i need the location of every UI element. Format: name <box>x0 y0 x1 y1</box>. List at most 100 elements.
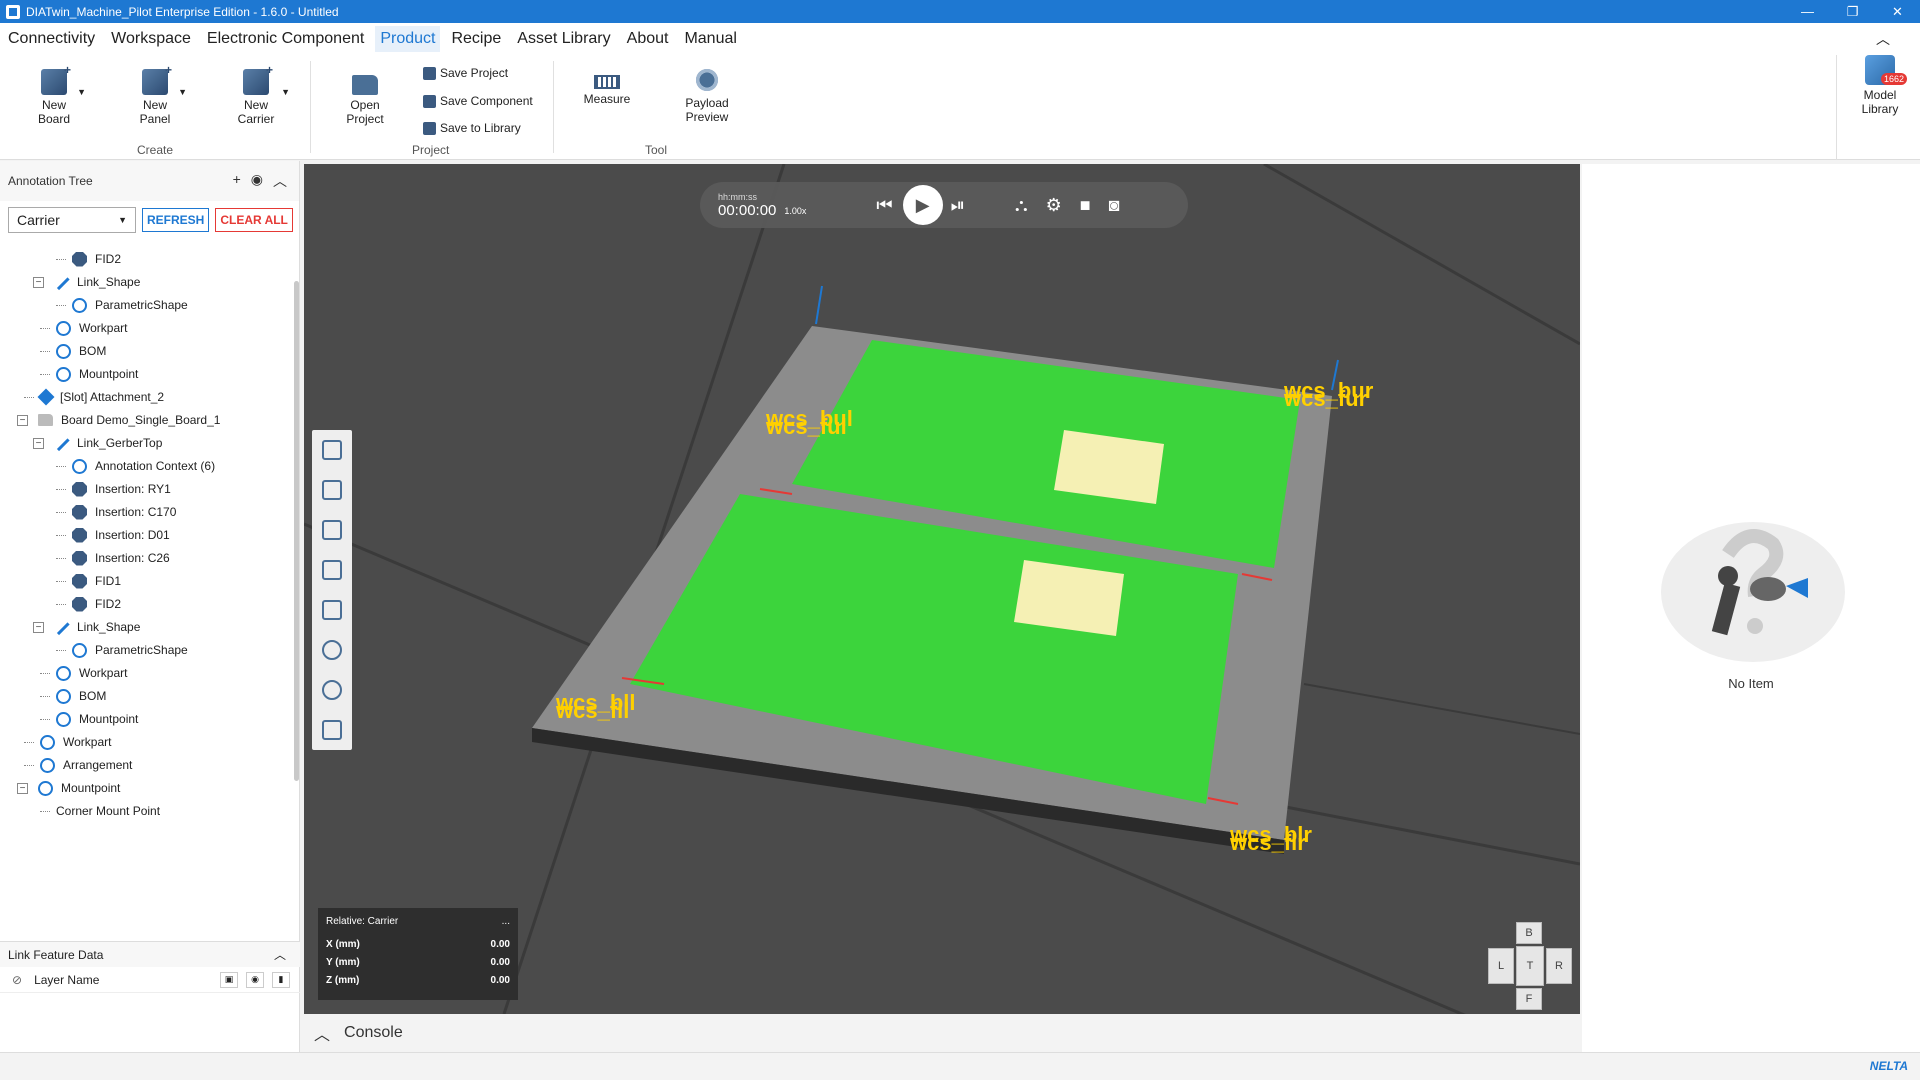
restore-button[interactable]: ❐ <box>1830 0 1875 23</box>
screenshot-icon[interactable]: ◙ <box>1109 195 1120 216</box>
ribbon: New Board ▼ New Panel ▼ New Carrier ▼ Cr… <box>0 55 1920 160</box>
tree-item[interactable]: FID1 <box>56 570 121 592</box>
collapse-icon[interactable]: − <box>33 621 44 633</box>
console-panel[interactable]: ︿ Console <box>304 1014 1580 1052</box>
menu-connectivity[interactable]: Connectivity <box>3 26 100 52</box>
collapse-icon[interactable]: − <box>33 276 44 288</box>
tree-item[interactable]: FID2 <box>56 248 121 270</box>
open-project-button[interactable]: Open Project <box>345 71 385 126</box>
new-panel-label: New Panel <box>139 98 171 126</box>
save-component-button[interactable]: Save Component <box>423 94 533 108</box>
collapse-icon[interactable]: − <box>33 437 44 449</box>
new-carrier-dropdown-icon[interactable]: ▼ <box>281 85 290 99</box>
tree-item[interactable]: BOM <box>40 685 106 707</box>
3d-viewport[interactable]: wcs_bul wcs_ful wcs_bur wcs_fur wcs_bll wcs… <box>304 164 1580 1014</box>
view-right-button[interactable]: R <box>1546 948 1572 984</box>
robot-icon[interactable]: ⛬ <box>1015 195 1028 216</box>
tree-item[interactable]: Insertion: C170 <box>56 501 176 523</box>
axis-icon[interactable] <box>312 590 352 630</box>
view-toolbar <box>312 430 352 750</box>
tree-item[interactable]: − Link_Shape <box>33 616 140 638</box>
step-forward-icon[interactable]: ⏯ <box>951 195 965 216</box>
time-value: 00:00:00 <box>718 201 777 219</box>
menu-asset-library[interactable]: Asset Library <box>512 26 615 52</box>
chevron-up-icon[interactable]: ︿ <box>274 946 286 963</box>
tree-item[interactable]: ParametricShape <box>56 294 188 316</box>
grid-icon[interactable] <box>312 550 352 590</box>
chevron-up-icon[interactable]: ︿ <box>273 171 287 191</box>
payload-preview-label: Payload Preview <box>685 96 729 124</box>
fit-selection-icon[interactable] <box>312 470 352 510</box>
payload-preview-button[interactable]: Payload Preview <box>680 67 734 124</box>
speed-value[interactable]: 1.00x <box>784 206 806 216</box>
model-library-button[interactable]: 1662 Model Library <box>1856 55 1907 116</box>
tree-item[interactable]: [Slot] Attachment_2 <box>24 386 164 408</box>
collapse-icon[interactable]: − <box>17 782 28 794</box>
view-top-button[interactable]: T <box>1516 946 1544 986</box>
menu-product[interactable]: Product <box>375 26 441 52</box>
menu-recipe[interactable]: Recipe <box>446 26 506 52</box>
new-board-dropdown-icon[interactable]: ▼ <box>77 85 86 99</box>
tree-item[interactable]: Workpart <box>40 317 127 339</box>
clear-all-button[interactable]: CLEAR ALL <box>215 208 293 232</box>
tree-item[interactable]: Workpart <box>24 731 111 753</box>
tree-item[interactable]: − Mountpoint <box>17 777 120 799</box>
view-back-button[interactable]: B <box>1516 922 1542 944</box>
measure-button[interactable]: Measure <box>582 67 632 106</box>
tree-item[interactable]: Mountpoint <box>40 708 138 730</box>
new-carrier-button[interactable]: New Carrier ▼ <box>236 63 290 126</box>
tree-item[interactable]: Insertion: D01 <box>56 524 170 546</box>
trash-icon[interactable]: ▮ <box>272 971 290 988</box>
tree-item[interactable]: Mountpoint <box>40 363 138 385</box>
menu-electronic-component[interactable]: Electronic Component <box>202 26 369 52</box>
carrier-select[interactable]: Carrier ▼ <box>8 207 136 233</box>
zoom-icon[interactable] <box>312 510 352 550</box>
tree-item[interactable]: − Link_GerberTop <box>33 432 162 454</box>
tree-item[interactable]: Corner Mount Point <box>40 800 160 822</box>
chevron-up-icon[interactable]: ︿ <box>314 1021 330 1045</box>
save-component-label: Save Component <box>440 94 533 108</box>
fit-all-icon[interactable] <box>312 430 352 470</box>
lock-icon[interactable]: ▣ <box>220 971 238 988</box>
component-icon <box>72 251 87 267</box>
tree-item[interactable]: ParametricShape <box>56 639 188 661</box>
y-label: Y (mm) <box>326 957 360 968</box>
focus-icon[interactable] <box>312 710 352 750</box>
skip-back-icon[interactable]: ⏮ <box>876 195 892 216</box>
settings-icon[interactable]: ⚙ <box>1046 195 1062 216</box>
tree-item[interactable]: − Link_Shape <box>33 271 140 293</box>
gear-icon <box>72 297 87 313</box>
tree-item[interactable]: BOM <box>40 340 106 362</box>
orbit-icon[interactable] <box>312 670 352 710</box>
menu-workspace[interactable]: Workspace <box>106 26 196 52</box>
tree-scrollbar[interactable] <box>294 281 299 781</box>
tree-item[interactable]: Workpart <box>40 662 127 684</box>
coord-more-button[interactable]: ... <box>502 916 510 927</box>
play-icon[interactable]: ▶ <box>902 185 943 225</box>
eye-icon[interactable]: ◉ <box>251 171 263 191</box>
menu-about[interactable]: About <box>622 26 674 52</box>
collapse-icon[interactable]: − <box>17 414 28 426</box>
menu-manual[interactable]: Manual <box>679 26 741 52</box>
view-left-button[interactable]: L <box>1488 948 1514 984</box>
tree-item[interactable]: Insertion: RY1 <box>56 478 171 500</box>
tree-item[interactable]: Insertion: C26 <box>56 547 170 569</box>
add-icon[interactable]: + <box>233 171 241 191</box>
collapse-ribbon-icon[interactable]: ︿ <box>1876 29 1890 49</box>
new-board-button[interactable]: New Board ▼ <box>36 63 86 126</box>
tree-item[interactable]: FID2 <box>56 593 121 615</box>
tree-item[interactable]: Annotation Context (6) <box>56 455 215 477</box>
camera-record-icon[interactable]: ■ <box>1080 195 1091 216</box>
tree-item[interactable]: Arrangement <box>24 754 132 776</box>
save-project-button[interactable]: Save Project <box>423 66 508 80</box>
new-panel-dropdown-icon[interactable]: ▼ <box>178 85 187 99</box>
tree-item[interactable]: − Board Demo_Single_Board_1 <box>17 409 220 431</box>
close-button[interactable]: ✕ <box>1875 0 1920 23</box>
refresh-button[interactable]: REFRESH <box>142 208 210 232</box>
new-panel-button[interactable]: New Panel ▼ <box>137 63 187 126</box>
sphere-icon[interactable] <box>312 630 352 670</box>
eye-icon[interactable]: ◉ <box>246 971 264 988</box>
view-front-button[interactable]: F <box>1516 988 1542 1010</box>
save-to-library-button[interactable]: Save to Library <box>423 121 521 135</box>
minimize-button[interactable]: — <box>1785 0 1830 23</box>
